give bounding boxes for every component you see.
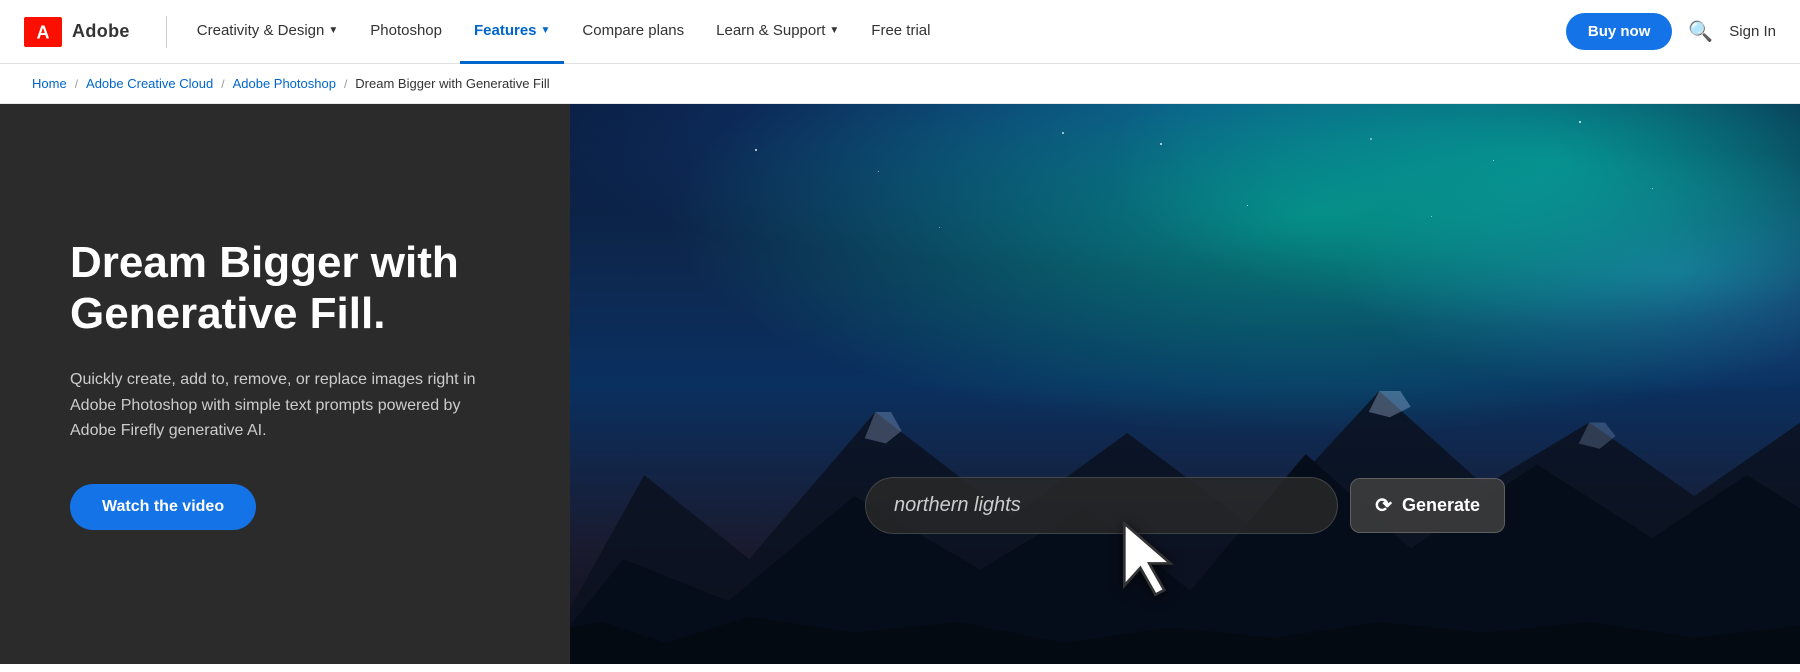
nav-learn-support[interactable]: Learn & Support ▼ xyxy=(702,0,853,64)
hero-left-panel: Dream Bigger with Generative Fill. Quick… xyxy=(0,104,570,664)
buy-now-button[interactable]: Buy now xyxy=(1566,13,1673,50)
nav-links: Creativity & Design ▼ Photoshop Features… xyxy=(183,0,1566,64)
breadcrumb-home[interactable]: Home xyxy=(32,76,67,91)
hero-section: Dream Bigger with Generative Fill. Quick… xyxy=(0,104,1800,664)
breadcrumb-separator: / xyxy=(75,77,78,91)
nav-photoshop[interactable]: Photoshop xyxy=(356,0,456,64)
mountain-silhouette xyxy=(570,244,1800,664)
watch-video-button[interactable]: Watch the video xyxy=(70,484,256,530)
hero-title: Dream Bigger with Generative Fill. xyxy=(70,238,510,339)
breadcrumb-separator: / xyxy=(221,77,224,91)
generative-fill-ui: ⟳ Generate xyxy=(865,477,1505,534)
svg-text:A: A xyxy=(37,22,50,42)
breadcrumb-separator: / xyxy=(344,77,347,91)
adobe-logo-icon: A xyxy=(24,17,62,47)
generate-icon: ⟳ xyxy=(1375,493,1392,518)
generate-label: Generate xyxy=(1402,495,1480,516)
breadcrumb-current-page: Dream Bigger with Generative Fill xyxy=(355,76,549,91)
navbar: A Adobe Creativity & Design ▼ Photoshop … xyxy=(0,0,1800,64)
chevron-down-icon: ▼ xyxy=(541,25,551,36)
nav-features[interactable]: Features ▼ xyxy=(460,0,564,64)
chevron-down-icon: ▼ xyxy=(328,25,338,36)
nav-right: Buy now 🔍 Sign In xyxy=(1566,13,1776,50)
hero-description: Quickly create, add to, remove, or repla… xyxy=(70,367,490,444)
breadcrumb-photoshop[interactable]: Adobe Photoshop xyxy=(233,76,336,91)
generative-fill-input[interactable] xyxy=(865,477,1338,534)
generate-button[interactable]: ⟳ Generate xyxy=(1350,478,1505,533)
breadcrumb: Home / Adobe Creative Cloud / Adobe Phot… xyxy=(0,64,1800,104)
nav-divider xyxy=(166,16,167,48)
chevron-down-icon: ▼ xyxy=(829,25,839,36)
adobe-brand-name: Adobe xyxy=(72,21,130,42)
nav-creativity-design[interactable]: Creativity & Design ▼ xyxy=(183,0,352,64)
hero-right-panel: ⟳ Generate xyxy=(570,104,1800,664)
search-icon[interactable]: 🔍 xyxy=(1688,19,1713,44)
nav-free-trial[interactable]: Free trial xyxy=(857,0,944,64)
breadcrumb-creative-cloud[interactable]: Adobe Creative Cloud xyxy=(86,76,213,91)
sign-in-link[interactable]: Sign In xyxy=(1729,23,1776,40)
nav-compare-plans[interactable]: Compare plans xyxy=(568,0,698,64)
adobe-logo[interactable]: A Adobe xyxy=(24,17,130,47)
